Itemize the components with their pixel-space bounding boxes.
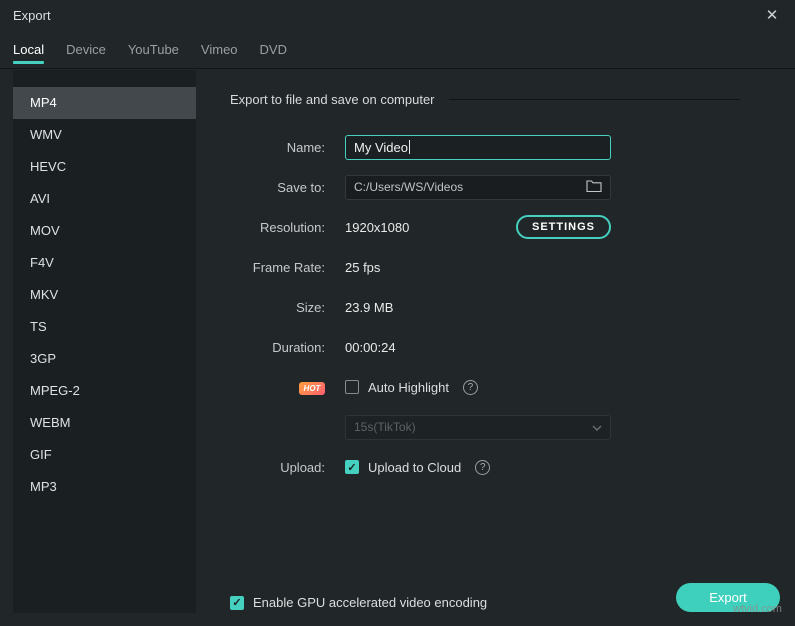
- format-item-hevc[interactable]: HEVC: [13, 151, 196, 183]
- format-item-mpeg2[interactable]: MPEG-2: [13, 375, 196, 407]
- name-label: Name:: [230, 140, 325, 155]
- close-icon[interactable]: ✕: [762, 6, 782, 24]
- format-item-ts[interactable]: TS: [13, 311, 196, 343]
- auto-highlight-row: HOT Auto Highlight ?: [230, 367, 740, 407]
- tab-local[interactable]: Local: [13, 30, 44, 68]
- gpu-encoding-checkbox[interactable]: ✓: [230, 596, 244, 610]
- text-caret: [409, 140, 410, 154]
- auto-highlight-label: Auto Highlight: [368, 380, 449, 395]
- size-row: Size: 23.9 MB: [230, 287, 740, 327]
- auto-highlight-help-icon[interactable]: ?: [463, 380, 478, 395]
- resolution-row: Resolution: 1920x1080 SETTINGS: [230, 207, 740, 247]
- gpu-encoding-label: Enable GPU accelerated video encoding: [253, 595, 487, 610]
- format-item-f4v[interactable]: F4V: [13, 247, 196, 279]
- gpu-encoding-row: ✓ Enable GPU accelerated video encoding: [230, 595, 487, 610]
- section-title: Export to file and save on computer: [230, 92, 435, 107]
- hot-badge: HOT: [299, 382, 325, 395]
- tab-dvd[interactable]: DVD: [260, 30, 287, 68]
- section-divider: [449, 99, 740, 100]
- frame-rate-value: 25 fps: [345, 260, 380, 275]
- size-value: 23.9 MB: [345, 300, 393, 315]
- save-path-value: C:/Users/WS/Videos: [354, 180, 463, 194]
- upload-label: Upload:: [230, 460, 325, 475]
- tab-youtube[interactable]: YouTube: [128, 30, 179, 68]
- watermark: wtvid.com: [733, 603, 782, 615]
- resolution-value: 1920x1080: [345, 220, 409, 235]
- duration-row: Duration: 00:00:24: [230, 327, 740, 367]
- hot-badge-cell: HOT: [230, 379, 325, 394]
- section-header: Export to file and save on computer: [230, 92, 740, 107]
- resolution-label: Resolution:: [230, 220, 325, 235]
- settings-button[interactable]: SETTINGS: [516, 215, 611, 239]
- title-bar: Export ✕: [0, 0, 795, 30]
- size-label: Size:: [230, 300, 325, 315]
- upload-cloud-label: Upload to Cloud: [368, 460, 461, 475]
- format-item-gif[interactable]: GIF: [13, 439, 196, 471]
- format-item-mov[interactable]: MOV: [13, 215, 196, 247]
- name-value: My Video: [354, 140, 408, 155]
- preset-value: 15s(TikTok): [354, 420, 416, 434]
- save-to-row: Save to: C:/Users/WS/Videos: [230, 167, 740, 207]
- tab-vimeo[interactable]: Vimeo: [201, 30, 238, 68]
- frame-rate-label: Frame Rate:: [230, 260, 325, 275]
- frame-rate-row: Frame Rate: 25 fps: [230, 247, 740, 287]
- auto-highlight-checkbox[interactable]: [345, 380, 359, 394]
- upload-cloud-checkbox[interactable]: ✓: [345, 460, 359, 474]
- format-item-webm[interactable]: WEBM: [13, 407, 196, 439]
- upload-row: Upload: ✓ Upload to Cloud ?: [230, 447, 740, 487]
- duration-value: 00:00:24: [345, 340, 396, 355]
- highlight-preset-dropdown[interactable]: 15s(TikTok): [345, 415, 611, 440]
- chevron-down-icon: [592, 420, 602, 434]
- format-item-mp3[interactable]: MP3: [13, 471, 196, 503]
- duration-label: Duration:: [230, 340, 325, 355]
- format-item-3gp[interactable]: 3GP: [13, 343, 196, 375]
- upload-help-icon[interactable]: ?: [475, 460, 490, 475]
- name-row: Name: My Video: [230, 127, 740, 167]
- window-title: Export: [13, 8, 51, 23]
- save-to-label: Save to:: [230, 180, 325, 195]
- tab-device[interactable]: Device: [66, 30, 106, 68]
- format-item-avi[interactable]: AVI: [13, 183, 196, 215]
- preset-row: 15s(TikTok): [230, 407, 740, 447]
- format-item-wmv[interactable]: WMV: [13, 119, 196, 151]
- format-item-mkv[interactable]: MKV: [13, 279, 196, 311]
- export-tabs: Local Device YouTube Vimeo DVD: [0, 30, 795, 69]
- name-input[interactable]: My Video: [345, 135, 611, 160]
- folder-browse-icon[interactable]: [586, 179, 602, 195]
- format-list: MP4 WMV HEVC AVI MOV F4V MKV TS 3GP MPEG…: [13, 70, 196, 613]
- format-item-mp4[interactable]: MP4: [13, 87, 196, 119]
- save-path-input[interactable]: C:/Users/WS/Videos: [345, 175, 611, 200]
